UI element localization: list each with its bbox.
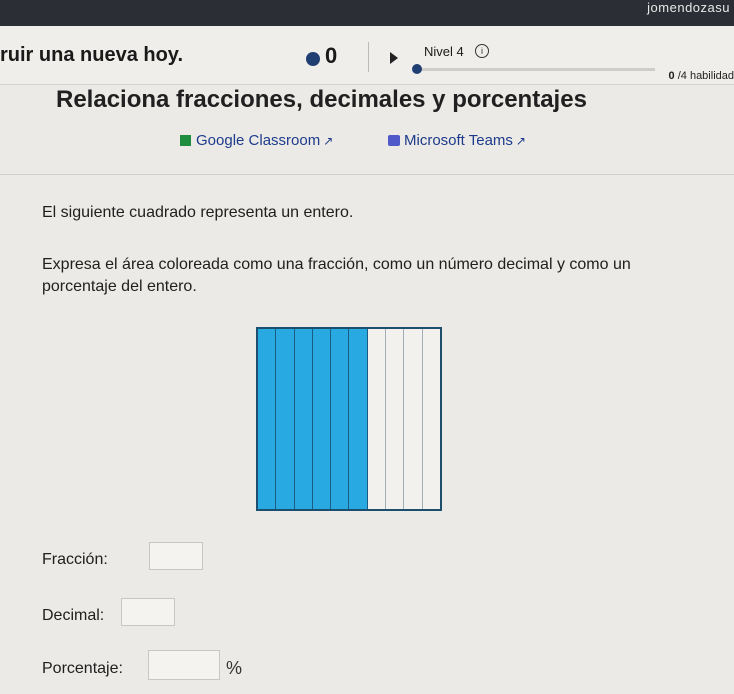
fraction-label: Fracción: bbox=[42, 551, 108, 568]
mission-header: ruir una nueva hoy. 0 Nivel 4 i 0 /4 hab… bbox=[0, 26, 734, 85]
empty-strip bbox=[368, 329, 387, 509]
top-bar: jomendozasu bbox=[0, 0, 734, 26]
user-name[interactable]: jomendozasu bbox=[647, 0, 730, 15]
level-progress-dot bbox=[412, 64, 422, 74]
external-link-icon: ↗ bbox=[323, 134, 334, 148]
play-icon[interactable] bbox=[390, 52, 398, 64]
info-icon[interactable]: i bbox=[475, 44, 489, 58]
filled-strip bbox=[312, 329, 332, 509]
page-title: Relaciona fracciones, decimales y porcen… bbox=[56, 86, 587, 113]
google-classroom-icon bbox=[180, 135, 191, 146]
decimal-input[interactable] bbox=[121, 598, 175, 626]
filled-strip bbox=[258, 329, 277, 509]
percent-label: Porcentaje: bbox=[42, 660, 123, 677]
prompt-line-1: El siguiente cuadrado representa un ente… bbox=[42, 204, 354, 221]
fraction-row: Fracción: bbox=[42, 551, 108, 569]
streak-icon bbox=[306, 52, 320, 66]
streak-count: 0 bbox=[325, 43, 338, 68]
filled-strip bbox=[349, 329, 368, 509]
microsoft-teams-icon bbox=[388, 135, 400, 146]
decimal-row: Decimal: bbox=[42, 607, 104, 625]
area-model-square bbox=[256, 327, 442, 511]
empty-strip bbox=[423, 329, 440, 509]
daily-goal-text: ruir una nueva hoy. bbox=[0, 44, 183, 66]
filled-strip bbox=[331, 329, 350, 509]
external-link-icon: ↗ bbox=[515, 134, 526, 148]
section-divider bbox=[0, 174, 734, 175]
filled-strip bbox=[276, 329, 295, 509]
decimal-label: Decimal: bbox=[42, 607, 105, 624]
percent-row: Porcentaje: bbox=[42, 660, 123, 678]
level-label: Nivel 4 bbox=[424, 44, 464, 59]
level-progress-track bbox=[415, 68, 655, 71]
empty-strip bbox=[386, 329, 405, 509]
prompt-line-2: Expresa el área coloreada como una fracc… bbox=[42, 256, 631, 295]
empty-strip bbox=[404, 329, 423, 509]
header-divider bbox=[368, 42, 369, 72]
skills-count: 0 /4 habilidad bbox=[668, 70, 734, 82]
google-classroom-link[interactable]: Google Classroom ↗ bbox=[180, 132, 333, 149]
fraction-input[interactable] bbox=[149, 542, 203, 570]
percent-sign: % bbox=[226, 658, 243, 678]
filled-strip bbox=[294, 329, 313, 509]
microsoft-teams-link[interactable]: Microsoft Teams ↗ bbox=[388, 132, 526, 149]
share-row: Google Classroom ↗ Microsoft Teams ↗ bbox=[0, 130, 734, 154]
percent-input[interactable] bbox=[148, 650, 220, 680]
